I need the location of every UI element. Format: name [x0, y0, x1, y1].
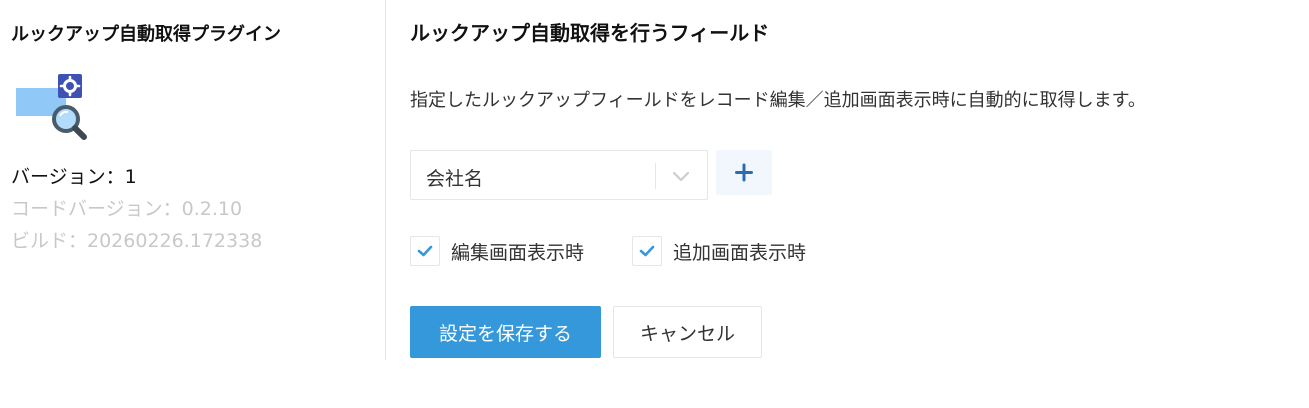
check-icon — [639, 245, 655, 257]
lookup-field-select-value: 会社名 — [426, 168, 484, 190]
checkbox-add-screen[interactable]: 追加画面表示時 — [632, 235, 806, 267]
checkbox-add-screen-label: 追加画面表示時 — [673, 241, 807, 264]
checkbox-edit-screen[interactable]: 編集画面表示時 — [410, 235, 584, 267]
save-settings-button[interactable]: 設定を保存する — [410, 306, 601, 358]
lookup-field-select[interactable]: 会社名 — [410, 150, 708, 200]
section-description: 指定したルックアップフィールドをレコード編集／追加画面表示時に自動的に取得します… — [410, 90, 1146, 111]
checkbox-edit-screen-box[interactable] — [410, 236, 440, 266]
lookup-search-settings-icon — [16, 74, 87, 140]
select-separator — [655, 163, 656, 189]
build-label: ビルド：20260226.172338 — [11, 230, 263, 252]
code-version-label: コードバージョン：0.2.10 — [11, 198, 243, 220]
checkbox-edit-screen-label: 編集画面表示時 — [451, 241, 585, 264]
plugin-name: ルックアップ自動取得プラグイン — [11, 24, 281, 45]
version-label: バージョン：1 — [11, 166, 137, 188]
cancel-button[interactable]: キャンセル — [613, 306, 762, 358]
checkbox-add-screen-box[interactable] — [632, 236, 662, 266]
chevron-down-icon[interactable] — [669, 165, 693, 187]
plus-icon — [735, 163, 753, 182]
add-field-button[interactable] — [716, 150, 772, 195]
check-icon — [417, 245, 433, 257]
plugin-info-sidebar: ルックアップ自動取得プラグイン バージョン：1 コードバージョン：0.2.10 … — [0, 0, 386, 360]
section-title: ルックアップ自動取得を行うフィールド — [410, 21, 770, 45]
